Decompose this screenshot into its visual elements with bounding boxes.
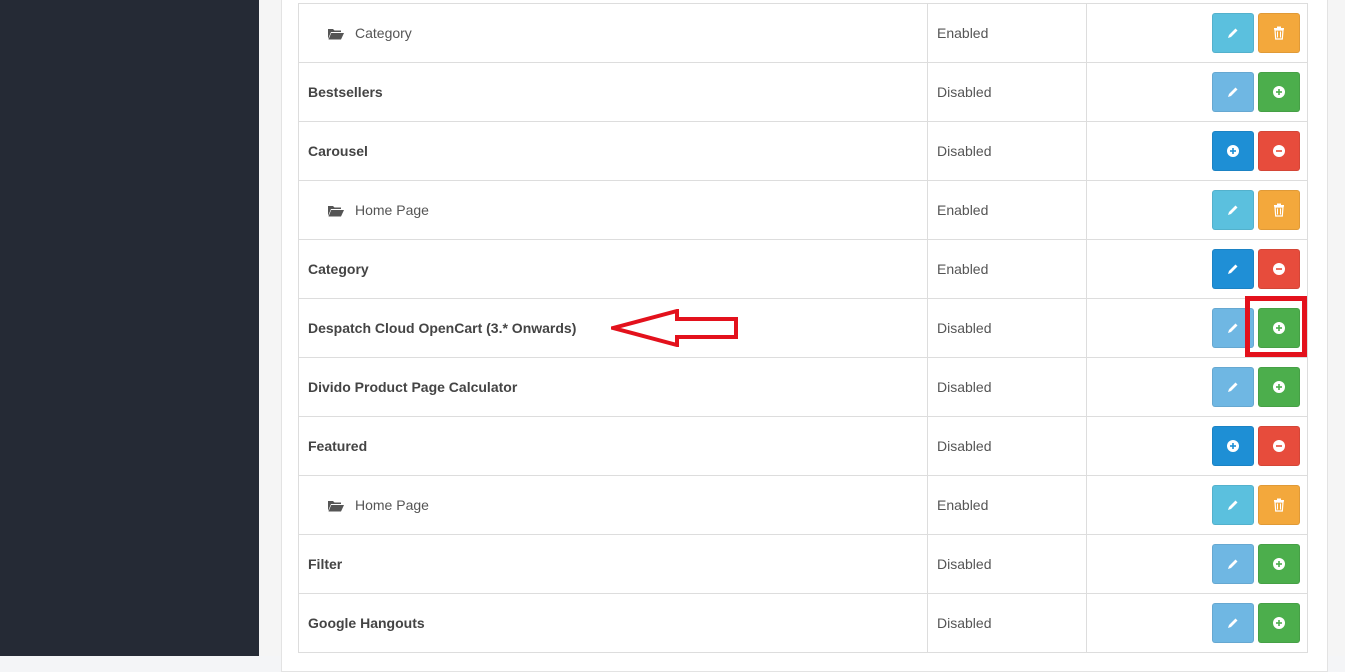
table-row: Category Enabled <box>298 239 1308 299</box>
module-name: Carousel <box>308 143 368 159</box>
module-name-cell: Bestsellers <box>298 62 928 122</box>
module-status: Disabled <box>927 534 1087 594</box>
folder-open-icon <box>328 27 344 40</box>
module-name: Category <box>308 261 369 277</box>
module-status: Disabled <box>927 298 1087 358</box>
module-name: Filter <box>308 556 343 572</box>
module-actions <box>1086 357 1308 417</box>
module-status: Disabled <box>927 121 1087 181</box>
edit-button[interactable] <box>1212 190 1254 230</box>
module-status: Enabled <box>927 239 1087 299</box>
module-name-cell: Home Page <box>298 475 928 535</box>
table-row: Divido Product Page Calculator Disabled <box>298 357 1308 417</box>
module-status: Enabled <box>927 475 1087 535</box>
module-table: Category Enabled Bestsellers Disabled Carous… <box>298 3 1308 653</box>
edit-button[interactable] <box>1212 603 1254 643</box>
table-row: Category Enabled <box>298 3 1308 63</box>
folder-open-icon <box>328 499 344 512</box>
table-row: Bestsellers Disabled <box>298 62 1308 122</box>
install-button[interactable] <box>1258 544 1300 584</box>
module-name-cell: Category <box>298 239 928 299</box>
module-name: Bestsellers <box>308 84 383 100</box>
module-actions <box>1086 593 1308 653</box>
module-actions <box>1086 3 1308 63</box>
edit-button[interactable] <box>1212 249 1254 289</box>
module-name: Featured <box>308 438 368 454</box>
module-actions <box>1086 180 1308 240</box>
table-row: Carousel Disabled <box>298 121 1308 181</box>
module-status: Disabled <box>927 357 1087 417</box>
delete-button[interactable] <box>1258 13 1300 53</box>
table-row: Filter Disabled <box>298 534 1308 594</box>
module-actions <box>1086 475 1308 535</box>
edit-button[interactable] <box>1212 367 1254 407</box>
install-button[interactable] <box>1258 72 1300 112</box>
module-child: Home Page <box>308 202 918 218</box>
module-name: Category <box>355 25 412 41</box>
edit-button[interactable] <box>1212 13 1254 53</box>
module-name-cell: Carousel <box>298 121 928 181</box>
module-name: Home Page <box>355 497 429 513</box>
delete-button[interactable] <box>1258 485 1300 525</box>
module-status: Enabled <box>927 3 1087 63</box>
table-row: Despatch Cloud OpenCart (3.* Onwards) Dis… <box>298 298 1308 358</box>
edit-button[interactable] <box>1212 72 1254 112</box>
module-actions <box>1086 416 1308 476</box>
module-name: Divido Product Page Calculator <box>308 379 518 395</box>
add-button[interactable] <box>1212 131 1254 171</box>
module-name-cell: Featured <box>298 416 928 476</box>
module-actions <box>1086 534 1308 594</box>
install-button[interactable] <box>1258 603 1300 643</box>
edit-button[interactable] <box>1212 544 1254 584</box>
module-name: Home Page <box>355 202 429 218</box>
add-button[interactable] <box>1212 426 1254 466</box>
install-button[interactable] <box>1258 367 1300 407</box>
highlight-box <box>1245 296 1307 357</box>
module-name-cell: Filter <box>298 534 928 594</box>
edit-button[interactable] <box>1212 485 1254 525</box>
module-actions <box>1086 239 1308 299</box>
module-child: Category <box>308 25 918 41</box>
table-row: Google Hangouts Disabled <box>298 593 1308 653</box>
table-row: Home Page Enabled <box>298 180 1308 240</box>
module-name: Despatch Cloud OpenCart (3.* Onwards) <box>308 320 577 336</box>
uninstall-button[interactable] <box>1258 426 1300 466</box>
delete-button[interactable] <box>1258 190 1300 230</box>
module-name-cell: Divido Product Page Calculator <box>298 357 928 417</box>
sidebar <box>0 0 259 656</box>
module-name-cell: Google Hangouts <box>298 593 928 653</box>
module-status: Disabled <box>927 62 1087 122</box>
module-name: Google Hangouts <box>308 615 425 631</box>
module-name-cell: Category <box>298 3 928 63</box>
module-status: Enabled <box>927 180 1087 240</box>
table-row: Featured Disabled <box>298 416 1308 476</box>
folder-open-icon <box>328 204 344 217</box>
module-child: Home Page <box>308 497 918 513</box>
module-status: Disabled <box>927 593 1087 653</box>
uninstall-button[interactable] <box>1258 131 1300 171</box>
module-status: Disabled <box>927 416 1087 476</box>
uninstall-button[interactable] <box>1258 249 1300 289</box>
module-actions <box>1086 62 1308 122</box>
module-name-cell: Home Page <box>298 180 928 240</box>
module-actions <box>1086 121 1308 181</box>
table-row: Home Page Enabled <box>298 475 1308 535</box>
annotation-arrow-icon <box>611 309 738 347</box>
